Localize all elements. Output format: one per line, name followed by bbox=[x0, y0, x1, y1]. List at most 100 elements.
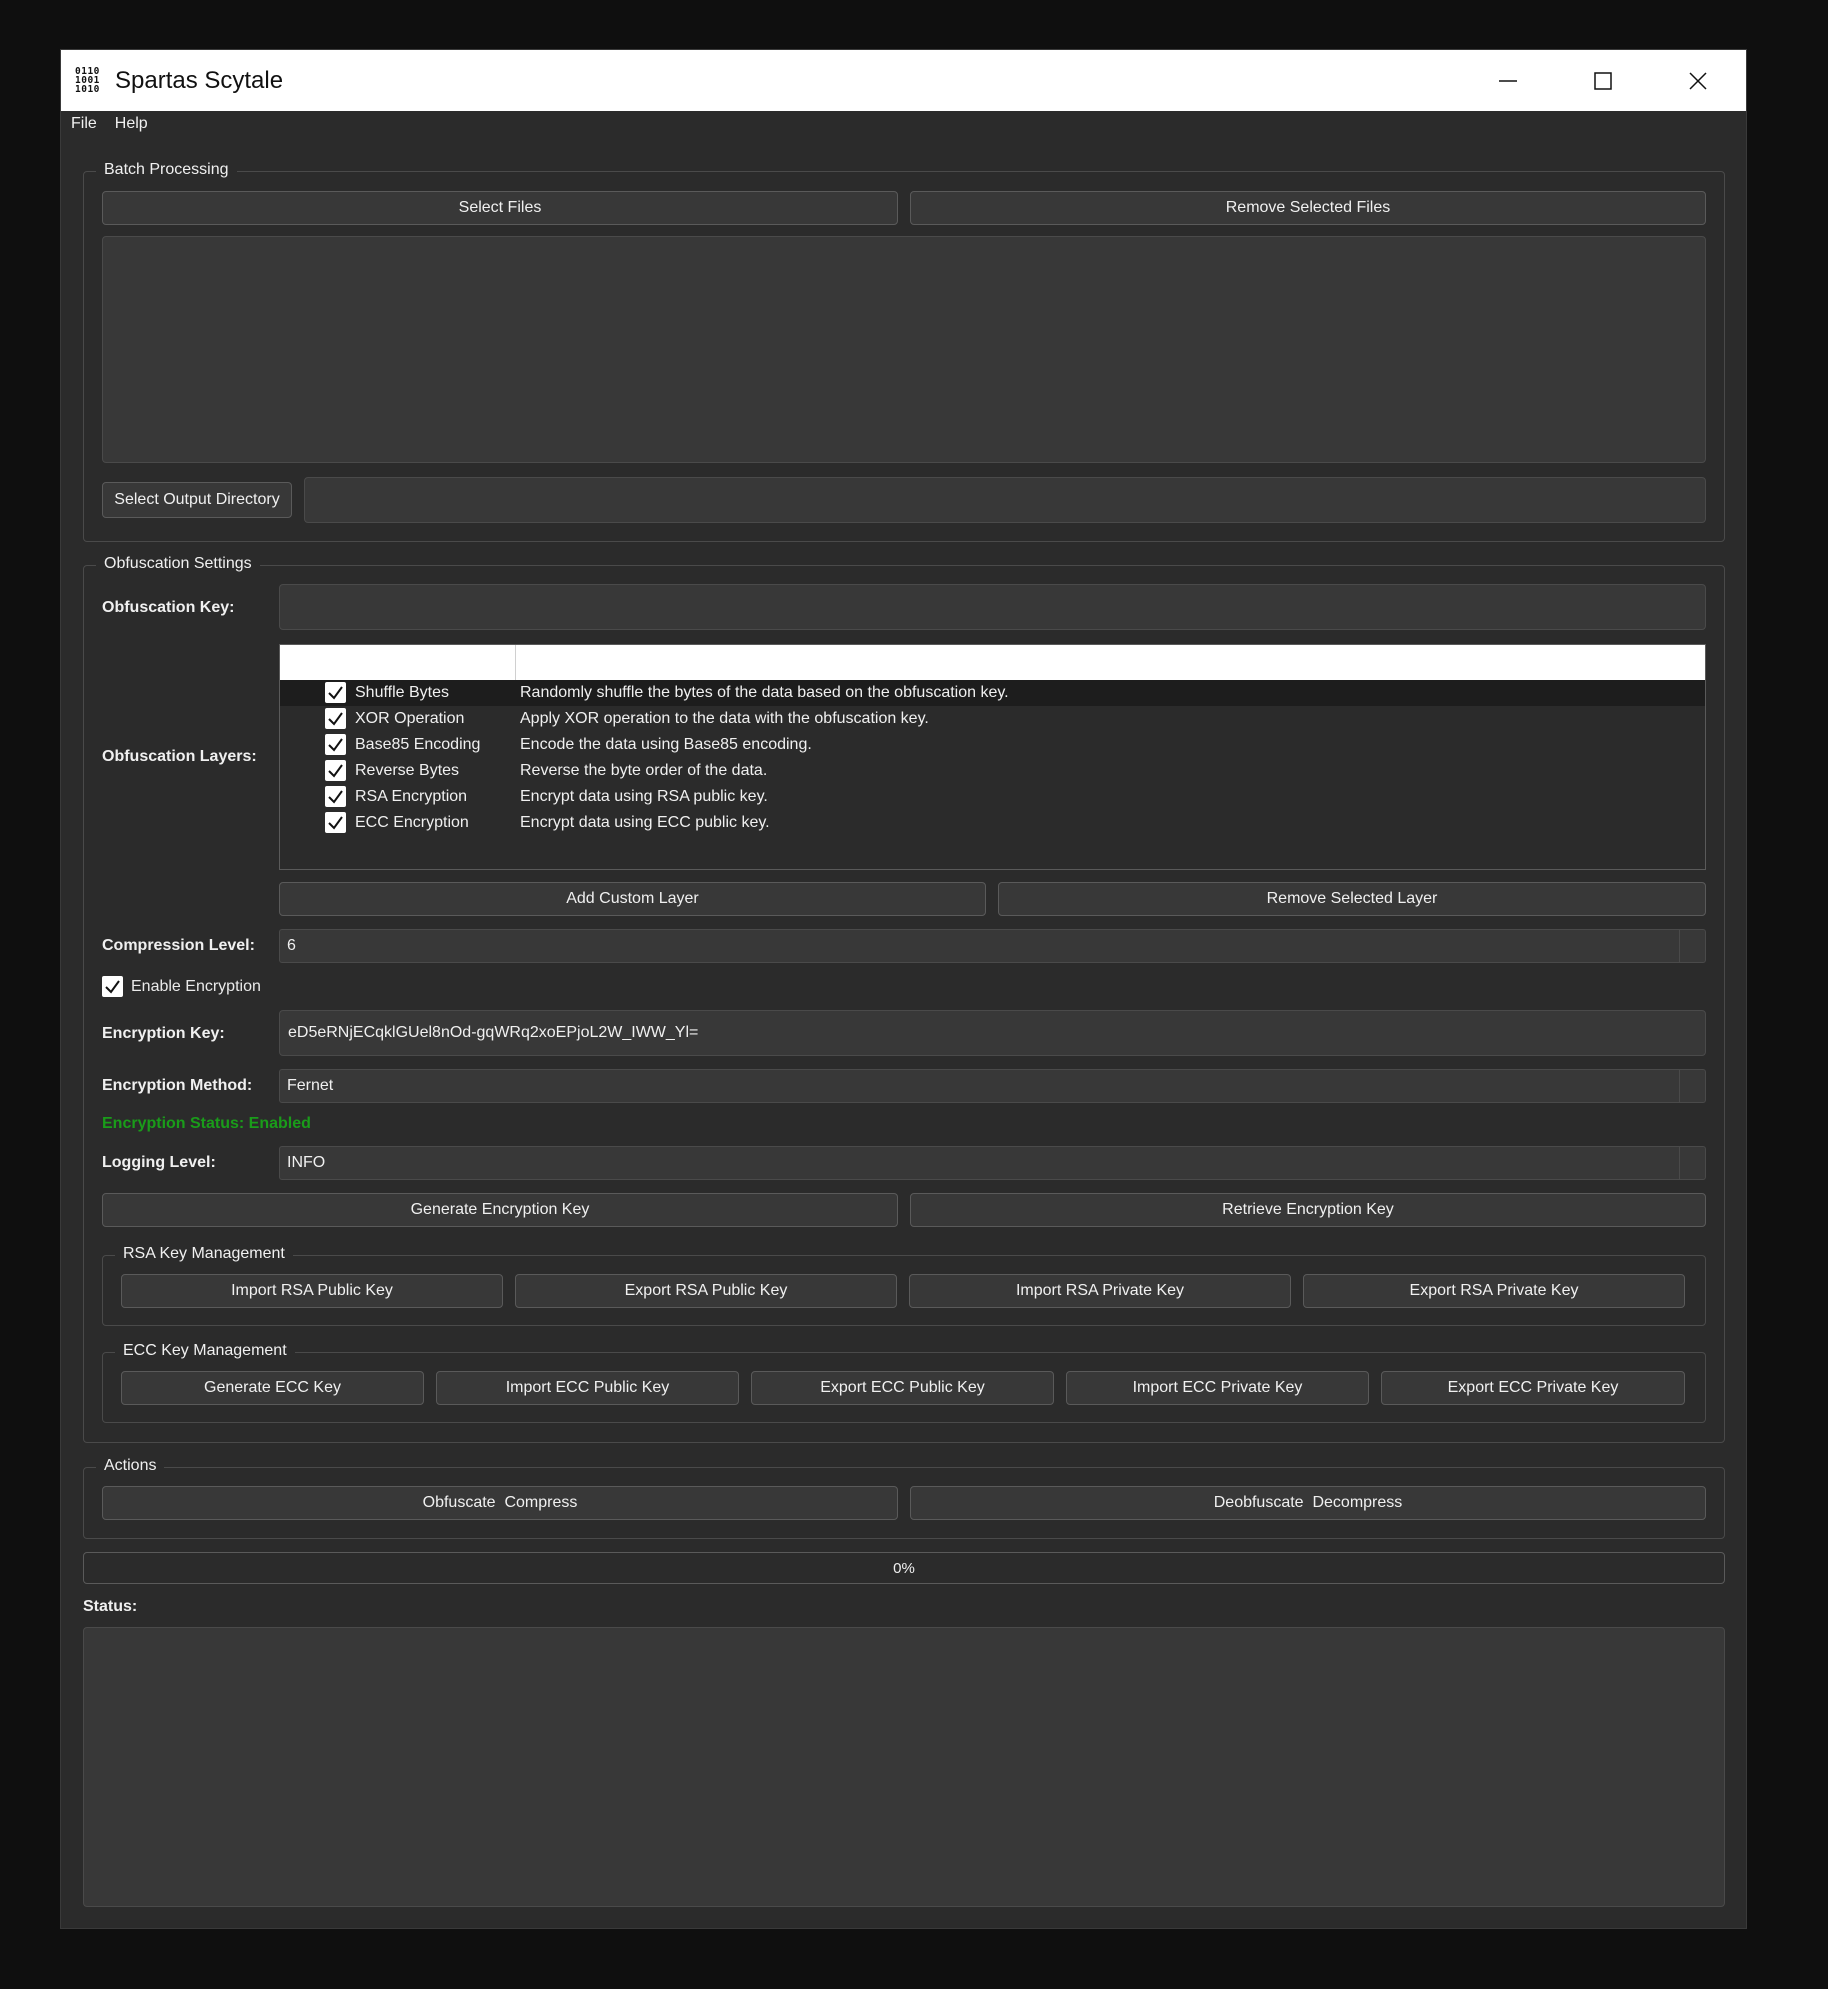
obfuscation-key-input[interactable] bbox=[279, 584, 1706, 630]
layer-name: Base85 Encoding bbox=[355, 736, 481, 753]
layer-name: Shuffle Bytes bbox=[355, 684, 449, 701]
layer-checkbox[interactable] bbox=[325, 708, 346, 729]
layer-name: Reverse Bytes bbox=[355, 762, 460, 779]
layer-row[interactable]: XOR Operation Apply XOR operation to the … bbox=[280, 706, 1705, 732]
layer-checkbox[interactable] bbox=[325, 786, 346, 807]
minimize-button[interactable] bbox=[1460, 50, 1555, 111]
export-ecc-private-key-button[interactable]: Export ECC Private Key bbox=[1381, 1371, 1685, 1405]
file-list[interactable] bbox=[102, 236, 1706, 463]
menu-file[interactable]: File bbox=[71, 115, 97, 133]
maximize-button[interactable] bbox=[1555, 50, 1650, 111]
app-window: 0110 1001 1010 Spartas Scytale File Help… bbox=[60, 49, 1747, 1929]
remove-selected-files-button[interactable]: Remove Selected Files bbox=[910, 191, 1706, 225]
layer-checkbox[interactable] bbox=[325, 812, 346, 833]
layer-name: ECC Encryption bbox=[355, 814, 469, 831]
checkbox-checked-icon[interactable] bbox=[325, 734, 346, 755]
layer-name: XOR Operation bbox=[355, 710, 465, 727]
add-custom-layer-button[interactable]: Add Custom Layer bbox=[279, 882, 986, 916]
layer-description: Encode the data using Base85 encoding. bbox=[520, 736, 812, 753]
layer-row[interactable]: Shuffle Bytes Randomly shuffle the bytes … bbox=[280, 680, 1705, 706]
obfuscation-settings-title: Obfuscation Settings bbox=[96, 552, 260, 576]
layer-row[interactable]: RSA Encryption Encrypt data using RSA pub… bbox=[280, 784, 1705, 810]
tree-header-description[interactable] bbox=[516, 645, 1705, 680]
import-ecc-public-key-button[interactable]: Import ECC Public Key bbox=[436, 1371, 739, 1405]
compression-level-select[interactable]: 6 bbox=[279, 929, 1706, 963]
progress-bar: 0% bbox=[83, 1552, 1725, 1584]
batch-processing-group: Batch Processing Select Files Remove Sel… bbox=[83, 158, 1725, 542]
obfuscate-compress-button[interactable]: Obfuscate Compress bbox=[102, 1486, 898, 1520]
checkbox-checked-icon[interactable] bbox=[325, 760, 346, 781]
export-rsa-public-key-button[interactable]: Export RSA Public Key bbox=[515, 1274, 897, 1308]
menu-bar: File Help bbox=[61, 111, 1746, 137]
checkbox-checked-icon[interactable] bbox=[325, 708, 346, 729]
layer-description: Apply XOR operation to the data with the… bbox=[520, 710, 929, 727]
select-files-button[interactable]: Select Files bbox=[102, 191, 898, 225]
checkbox-checked-icon[interactable] bbox=[325, 812, 346, 833]
deobfuscate-decompress-button[interactable]: Deobfuscate Decompress bbox=[910, 1486, 1706, 1520]
import-rsa-private-key-button[interactable]: Import RSA Private Key bbox=[909, 1274, 1291, 1308]
dropdown-arrow-icon[interactable] bbox=[1679, 930, 1705, 962]
checkbox-checked-icon[interactable] bbox=[102, 976, 123, 997]
binary-app-icon: 0110 1001 1010 bbox=[75, 63, 109, 99]
layer-row[interactable]: Reverse Bytes Reverse the byte order of t… bbox=[280, 758, 1705, 784]
actions-group: Actions Obfuscate Compress Deobfuscate D… bbox=[83, 1454, 1725, 1539]
output-directory-input[interactable] bbox=[304, 477, 1706, 523]
layer-checkbox[interactable] bbox=[325, 760, 346, 781]
compression-level-label: Compression Level: bbox=[102, 937, 255, 954]
generate-ecc-key-button[interactable]: Generate ECC Key bbox=[121, 1371, 424, 1405]
encryption-key-input[interactable]: eD5eRNjECqklGUel8nOd-gqWRq2xoEPjoL2W_IWW… bbox=[279, 1010, 1706, 1056]
dropdown-arrow-icon[interactable] bbox=[1679, 1070, 1705, 1102]
title-bar[interactable]: 0110 1001 1010 Spartas Scytale bbox=[61, 50, 1746, 111]
layer-description: Encrypt data using ECC public key. bbox=[520, 814, 770, 831]
layer-rows: Shuffle Bytes Randomly shuffle the bytes … bbox=[280, 680, 1705, 836]
checkbox-checked-icon[interactable] bbox=[325, 682, 346, 703]
ecc-key-management-group: ECC Key Management Generate ECC Key Impo… bbox=[102, 1339, 1706, 1423]
layer-row[interactable]: Base85 Encoding Encode the data using Bas… bbox=[280, 732, 1705, 758]
import-rsa-public-key-button[interactable]: Import RSA Public Key bbox=[121, 1274, 503, 1308]
encryption-key-label: Encryption Key: bbox=[102, 1025, 225, 1042]
progress-text: 0% bbox=[893, 1559, 915, 1577]
encryption-method-value: Fernet bbox=[287, 1077, 334, 1094]
encryption-method-select[interactable]: Fernet bbox=[279, 1069, 1706, 1103]
logging-level-label: Logging Level: bbox=[102, 1154, 216, 1171]
window-title: Spartas Scytale bbox=[115, 66, 284, 94]
retrieve-encryption-key-button[interactable]: Retrieve Encryption Key bbox=[910, 1193, 1706, 1227]
compression-level-value: 6 bbox=[287, 937, 296, 954]
remove-selected-layer-button[interactable]: Remove Selected Layer bbox=[998, 882, 1706, 916]
layer-description: Encrypt data using RSA public key. bbox=[520, 788, 768, 805]
ecc-key-management-title: ECC Key Management bbox=[115, 1339, 295, 1363]
status-output[interactable] bbox=[83, 1627, 1725, 1907]
actions-title: Actions bbox=[96, 1454, 165, 1478]
close-button[interactable] bbox=[1650, 50, 1745, 111]
dropdown-arrow-icon[interactable] bbox=[1679, 1147, 1705, 1179]
status-label: Status: bbox=[83, 1598, 138, 1615]
tree-header-name[interactable] bbox=[280, 645, 516, 680]
layer-checkbox[interactable] bbox=[325, 734, 346, 755]
enable-encryption-checkbox[interactable]: Enable Encryption bbox=[102, 976, 261, 997]
minimize-icon bbox=[1498, 79, 1517, 82]
rsa-key-management-group: RSA Key Management Import RSA Public Key… bbox=[102, 1242, 1706, 1326]
obfuscation-layers-tree[interactable]: Shuffle Bytes Randomly shuffle the bytes … bbox=[279, 644, 1706, 870]
generate-encryption-key-button[interactable]: Generate Encryption Key bbox=[102, 1193, 898, 1227]
enable-encryption-label: Enable Encryption bbox=[131, 977, 261, 995]
layer-checkbox[interactable] bbox=[325, 682, 346, 703]
select-output-directory-button[interactable]: Select Output Directory bbox=[102, 482, 292, 518]
menu-help[interactable]: Help bbox=[115, 115, 148, 133]
batch-processing-title: Batch Processing bbox=[96, 158, 237, 182]
obfuscation-key-label: Obfuscation Key: bbox=[102, 599, 235, 616]
logging-level-select[interactable]: INFO bbox=[279, 1146, 1706, 1180]
export-rsa-private-key-button[interactable]: Export RSA Private Key bbox=[1303, 1274, 1685, 1308]
import-ecc-private-key-button[interactable]: Import ECC Private Key bbox=[1066, 1371, 1369, 1405]
obfuscation-settings-group: Obfuscation Settings Obfuscation Key: Ob… bbox=[83, 552, 1725, 1443]
icon-line: 1010 bbox=[75, 84, 100, 95]
tree-header bbox=[280, 645, 1705, 680]
layer-description: Randomly shuffle the bytes of the data b… bbox=[520, 684, 1009, 701]
obfuscation-layers-label: Obfuscation Layers: bbox=[102, 748, 257, 765]
layer-row[interactable]: ECC Encryption Encrypt data using ECC pub… bbox=[280, 810, 1705, 836]
layer-name: RSA Encryption bbox=[355, 788, 468, 805]
checkbox-checked-icon[interactable] bbox=[325, 786, 346, 807]
close-icon bbox=[1688, 71, 1707, 90]
maximize-icon bbox=[1593, 71, 1612, 90]
layer-description: Reverse the byte order of the data. bbox=[520, 762, 768, 779]
export-ecc-public-key-button[interactable]: Export ECC Public Key bbox=[751, 1371, 1054, 1405]
